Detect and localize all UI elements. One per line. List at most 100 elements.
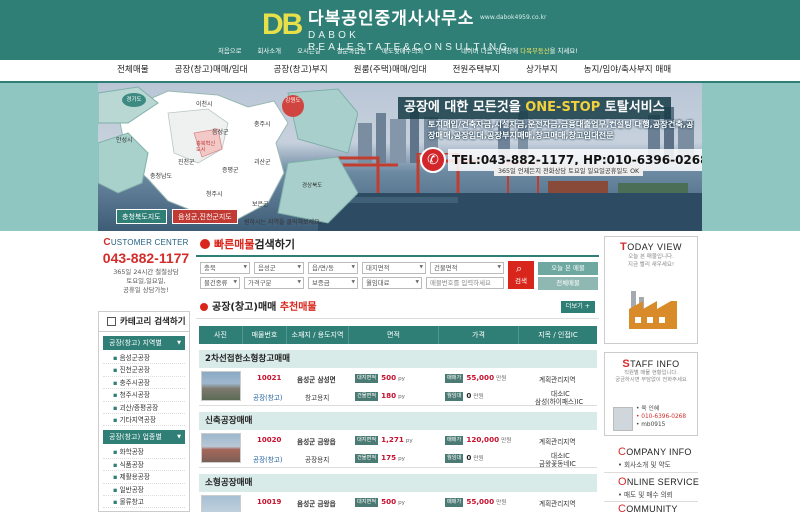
select-property-type[interactable]: 물건종류 [200, 277, 240, 289]
listing-group-title[interactable]: 2차선접한소형창고매매 [199, 350, 597, 368]
search-button[interactable]: 검색 [508, 261, 534, 289]
today-viewed-button[interactable]: 오늘 본 매물 [538, 262, 598, 275]
select-price-type[interactable]: 가격구분 [244, 277, 304, 289]
region-boeun[interactable]: 보은군 [252, 199, 269, 208]
recommended-title: 공장(창고)매매 추천매물 [196, 299, 599, 317]
building-area-unit: py [398, 456, 405, 462]
category-item[interactable]: 일반공장 [103, 484, 185, 496]
nav-oneroom[interactable]: 원룸(주택)매매/임대 [341, 60, 440, 81]
company-info-title[interactable]: COMPANY INFO [618, 446, 692, 458]
topnav-about[interactable]: 회사소개 [250, 44, 290, 58]
listing-row[interactable]: 10019 음성군 금왕읍 대지면적 500 py 매매가 55,000 만원 계획관리… [199, 492, 597, 512]
category-item[interactable]: 화학공장 [103, 446, 185, 459]
listing-code[interactable]: 10020 [257, 436, 281, 444]
qs-title-key: 빠른매물 [214, 238, 255, 251]
category-item[interactable]: 괴산/증평공장 [103, 402, 185, 414]
community-title[interactable]: COMMUNITY [618, 503, 678, 512]
region-anseong[interactable]: 안성시 [116, 135, 133, 144]
category-item[interactable]: 제활용공장 [103, 471, 185, 484]
region-eumseong[interactable]: 음성군 [212, 127, 229, 136]
more-button[interactable]: 더보기 + [560, 301, 595, 313]
land-area-value: 500 [381, 373, 397, 382]
region-gyeongbuk[interactable]: 경상북도 [302, 181, 322, 189]
region-jincheon[interactable]: 진천군 [178, 157, 195, 166]
listing-row[interactable]: 10020 공장(창고) 음성군 금왕읍 공장용지 대지면적 1,271 py 건물… [199, 430, 597, 468]
staff-info: STAFF INFO 직원별 매물 현황입니다. 궁금하시면 부담없이 전화주세… [604, 352, 698, 436]
region-chungju[interactable]: 충주시 [254, 119, 271, 128]
nav-commercial-land[interactable]: 상가부지 [513, 60, 571, 81]
banner-side-left [0, 83, 98, 231]
region-hyeoksin[interactable]: 충북혁신도시 [196, 141, 218, 153]
notice-keyword: 다복부동산 [520, 47, 550, 55]
region-cheongju[interactable]: 청주시 [206, 189, 223, 198]
customer-center-phone[interactable]: 043-882-1177 [100, 250, 192, 266]
select-deposit[interactable]: 보증금 [308, 277, 358, 289]
select-province[interactable]: 충북 [200, 262, 250, 274]
col-photo: 사진 [199, 326, 243, 344]
region-chungnam[interactable]: 충청남도 [150, 171, 172, 180]
category-item[interactable]: 충주시공장 [103, 377, 185, 390]
nav-factory-sale-rent[interactable]: 공장(창고)매매/임대 [162, 60, 261, 81]
nav-all-listings[interactable]: 전체매물 [0, 60, 162, 81]
customer-center-info: 365일 24시간 철철상담 토요일,일요일, 공휴일 상담가능! [100, 268, 192, 295]
topnav-home[interactable]: 처음으로 [210, 44, 250, 58]
region-gyeonggi[interactable]: 경기도 [122, 93, 146, 107]
online-service-title[interactable]: ONLINE SERVICE [618, 476, 699, 488]
select-monthly-rent[interactable]: 월임대료 [362, 277, 422, 289]
banner-headline: 공장에 대한 모든것을 ONE-STOP 토탈서비스 [398, 97, 671, 119]
sale-price-unit: 만원 [496, 500, 507, 506]
headline-key: ONE-STOP [525, 100, 601, 115]
cc-info-line: 365일 24시간 철철상담 [113, 268, 179, 276]
site-logo[interactable]: DB 다복공인중개사사무소 www.dabok4959.co.kr DABOK … [262, 8, 562, 53]
chungbuk-map-button[interactable]: 충청북도지도 [116, 209, 167, 224]
nav-factory-land[interactable]: 공장(창고)부지 [261, 60, 341, 81]
category-group-region[interactable]: 공장(창고) 지역별 [103, 336, 185, 350]
online-service-link[interactable]: • 매도 및 매수 의뢰 [618, 489, 673, 499]
nav-farmland[interactable]: 농지/임야/축사부지 매매 [571, 60, 685, 81]
quick-search: 빠른매물검색하기 충북 음성군 읍/면/동 대지면적 건물면적 물건종류 가격구… [196, 233, 599, 290]
all-listings-button[interactable]: 전체매물 [538, 277, 598, 290]
land-area-chip: 대지면적 [355, 498, 379, 507]
region-jeungpyeong[interactable]: 증평군 [222, 165, 239, 174]
select-town[interactable]: 읍/면/동 [308, 262, 358, 274]
listing-zoning: 창고용지 [305, 394, 330, 402]
land-area: 대지면적 500 py [355, 373, 405, 383]
region-gangwon[interactable]: 강원도 [282, 95, 304, 117]
category-item[interactable]: 진천군공장 [103, 364, 185, 377]
topnav-request[interactable]: 매도및매수의뢰 [374, 44, 431, 58]
staff-phone[interactable]: • 010-6396-0268 [636, 413, 686, 421]
category-item[interactable]: 식품공장 [103, 459, 185, 472]
category-group-industry[interactable]: 공장(창고) 업종별 [103, 430, 185, 445]
category-item[interactable]: 음성군공장 [103, 352, 185, 365]
category-item[interactable]: 기타지역공장 [103, 414, 185, 427]
listing-code[interactable]: 10019 [257, 498, 281, 506]
listing-photo[interactable] [201, 433, 241, 463]
listing-code[interactable]: 10021 [257, 374, 281, 382]
select-building-area[interactable]: 건물면적 [430, 262, 504, 274]
sale-price-unit: 만원 [501, 438, 512, 444]
select-county[interactable]: 음성군 [254, 262, 304, 274]
category-title: 카테고리 검색하기 [99, 312, 189, 332]
select-land-area[interactable]: 대지면적 [362, 262, 426, 274]
region-goesan[interactable]: 괴산군 [254, 157, 271, 166]
topnav-qna[interactable]: 질문과답변 [329, 44, 374, 58]
staff-id: • mb0915 [636, 422, 666, 428]
category-item[interactable]: 물류창고 [103, 496, 185, 509]
banner-description: 토지매입/건축자금,시설자금,운전자금,금융대출업무,컨설팅 대행,공장건축,공… [428, 119, 694, 140]
nav-country-house[interactable]: 전원주택부지 [440, 60, 513, 81]
company-info-link[interactable]: • 회사소개 및 약도 [618, 459, 671, 469]
listing-jimok: 계획관리지역 [539, 376, 576, 384]
listing-row[interactable]: 10021 공장(창고) 음성군 삼성면 창고용지 대지면적 500 py 건물면적… [199, 368, 597, 406]
category-item[interactable]: 청주시공장 [103, 389, 185, 402]
listing-number-input[interactable]: 매물번호를 입력하세요 [426, 277, 504, 289]
listing-photo[interactable] [201, 495, 241, 512]
listing-group-title[interactable]: 신축공장매매 [199, 412, 597, 430]
customer-center: CUSTOMER CENTER 043-882-1177 365일 24시간 철… [100, 237, 192, 295]
region-icheon[interactable]: 이천시 [196, 99, 213, 108]
listing-photo[interactable] [201, 371, 241, 401]
listing-group-title[interactable]: 소형공장매매 [199, 474, 597, 492]
topnav-directions[interactable]: 오시는길 [289, 44, 329, 58]
monthly-rent-unit: 만원 [473, 456, 484, 462]
sale-price-chip: 매매가 [445, 436, 464, 445]
eumseong-map-button[interactable]: 음성군,진천군지도 [172, 209, 238, 224]
